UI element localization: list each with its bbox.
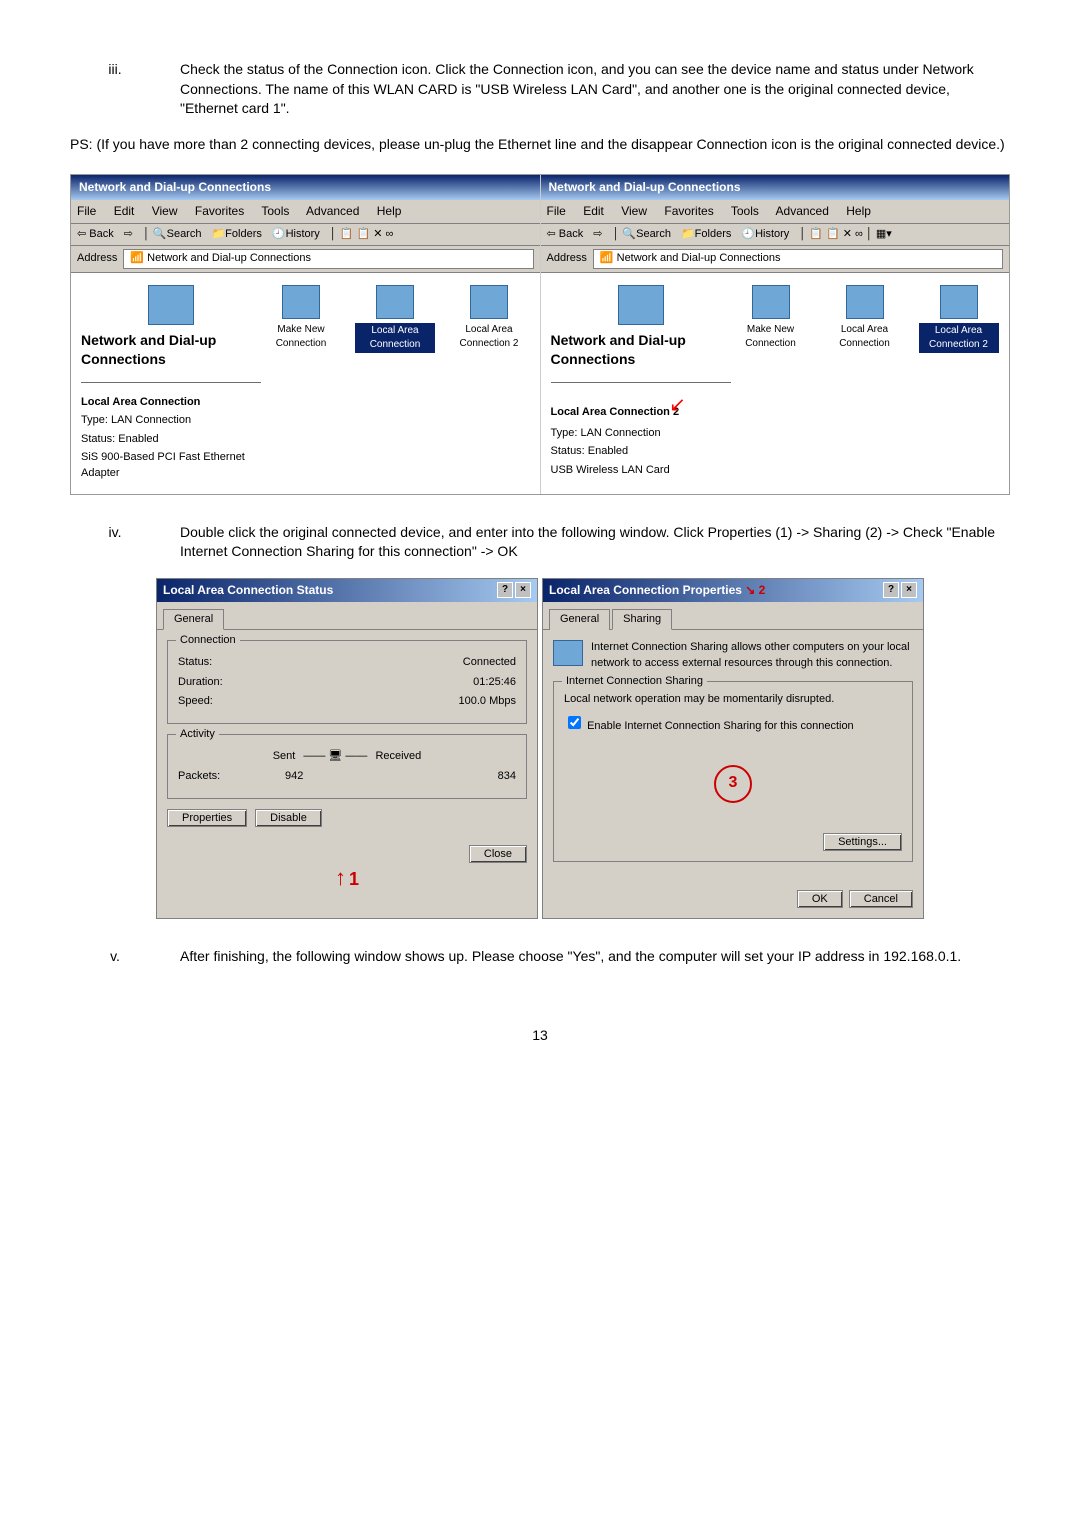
step-v-number: v.: [70, 947, 180, 967]
group-connection-title: Connection: [176, 633, 240, 648]
speed-label: Speed:: [178, 694, 213, 709]
make-new-connection-icon[interactable]: Make New Connection: [261, 285, 341, 484]
info-device-left: SiS 900-Based PCI Fast Ethernet Adapter: [81, 450, 261, 481]
status-value: Connected: [463, 655, 516, 670]
info-title-left: Local Area Connection: [81, 396, 200, 408]
received-label: Received: [375, 749, 421, 764]
sent-label: Sent: [273, 749, 296, 764]
close-button-icon[interactable]: ×: [515, 582, 531, 598]
titlebar-right: Network and Dial-up Connections: [541, 175, 1010, 200]
packets-received: 834: [368, 769, 516, 784]
red-arrow-icon: ↙: [669, 394, 686, 416]
info-type-right: Type: LAN Connection: [551, 426, 731, 441]
enable-sharing-checkbox[interactable]: [568, 716, 581, 729]
panel-title-right: Network and Dial-up Connections: [551, 331, 731, 370]
info-title-right: Local Area Connection 2: [551, 406, 680, 418]
search-button[interactable]: Search: [167, 228, 202, 240]
local-area-connection-2-icon[interactable]: Local Area Connection 2: [449, 285, 529, 484]
duration-value: 01:25:46: [473, 675, 516, 690]
ps-note: PS: (If you have more than 2 connecting …: [70, 135, 1010, 155]
group-activity-title: Activity: [176, 727, 219, 742]
step-iv-number: iv.: [70, 523, 180, 562]
step-iii-text: Check the status of the Connection icon.…: [180, 60, 1010, 119]
connection-status-dialog: Local Area Connection Status ? × General…: [156, 578, 538, 919]
menu-tools[interactable]: Tools: [261, 204, 289, 218]
status-label: Status:: [178, 655, 212, 670]
step-v-text: After finishing, the following window sh…: [180, 947, 1010, 967]
step-iii-number: iii.: [70, 60, 180, 119]
local-area-connection-icon-r[interactable]: Local Area Connection: [825, 285, 905, 481]
menu-help[interactable]: Help: [377, 204, 402, 218]
local-area-connection-icon[interactable]: Local Area Connection: [355, 285, 435, 484]
connection-properties-dialog: Local Area Connection Properties ↘ 2 ? ×…: [542, 578, 924, 919]
props-dialog-title: Local Area Connection Properties: [549, 583, 742, 597]
info-status-left: Status: Enabled: [81, 432, 261, 447]
menubar-right: File Edit View Favorites Tools Advanced …: [541, 200, 1010, 224]
toolbar-left: ⇦ Back ⇨ │ 🔍Search 📁Folders 🕘History │ 📋…: [71, 224, 540, 246]
address-field[interactable]: 📶 Network and Dial-up Connections: [123, 249, 533, 268]
address-label: Address: [77, 251, 117, 266]
toolbar-right: ⇦ Back ⇨ │ 🔍Search 📁Folders 🕘History │ 📋…: [541, 224, 1010, 246]
explorer-window-right: Network and Dial-up Connections File Edi…: [541, 175, 1010, 494]
enable-sharing-label: Enable Internet Connection Sharing for t…: [587, 720, 854, 732]
history-button[interactable]: History: [286, 228, 320, 240]
help-button-icon[interactable]: ?: [497, 582, 513, 598]
group-sharing-title: Internet Connection Sharing: [562, 674, 707, 689]
sharing-description: Internet Connection Sharing allows other…: [591, 640, 913, 671]
menubar-left: File Edit View Favorites Tools Advanced …: [71, 200, 540, 224]
menu-edit[interactable]: Edit: [114, 204, 135, 218]
addressbar-left: Address 📶 Network and Dial-up Connection…: [71, 246, 540, 272]
back-button[interactable]: ⇦ Back: [77, 227, 114, 242]
explorer-screenshot: Network and Dial-up Connections File Edi…: [70, 174, 1010, 495]
info-status-right: Status: Enabled: [551, 444, 731, 459]
cancel-button[interactable]: Cancel: [849, 890, 913, 908]
packets-sent: 942: [220, 769, 368, 784]
close-button-icon-2[interactable]: ×: [901, 582, 917, 598]
sharing-warning: Local network operation may be momentari…: [564, 692, 902, 707]
fwd-button[interactable]: ⇨: [124, 227, 133, 242]
menu-file[interactable]: File: [77, 204, 96, 218]
menu-favorites[interactable]: Favorites: [195, 204, 244, 218]
make-new-connection-icon-r[interactable]: Make New Connection: [731, 285, 811, 481]
ok-button[interactable]: OK: [797, 890, 843, 908]
page-number: 13: [70, 1026, 1010, 1046]
addressbar-right: Address 📶 Network and Dial-up Connection…: [541, 246, 1010, 272]
folders-button[interactable]: Folders: [225, 228, 262, 240]
close-button[interactable]: Close: [469, 845, 527, 863]
settings-button[interactable]: Settings...: [823, 833, 902, 851]
status-dialog-title: Local Area Connection Status: [163, 582, 333, 599]
info-device-right: USB Wireless LAN Card: [551, 463, 731, 478]
annotation-2: ↘ 2: [745, 583, 765, 597]
local-area-connection-2-icon-r[interactable]: Local Area Connection 2: [919, 285, 999, 481]
menu-advanced[interactable]: Advanced: [306, 204, 359, 218]
properties-button[interactable]: Properties: [167, 809, 247, 827]
duration-label: Duration:: [178, 675, 223, 690]
tab-sharing[interactable]: Sharing: [612, 609, 672, 630]
annotation-3: 3: [714, 765, 752, 803]
tab-general-status[interactable]: General: [163, 609, 224, 630]
help-button-icon-2[interactable]: ?: [883, 582, 899, 598]
menu-view[interactable]: View: [152, 204, 178, 218]
disable-button[interactable]: Disable: [255, 809, 322, 827]
explorer-window-left: Network and Dial-up Connections File Edi…: [71, 175, 541, 494]
step-iv-text: Double click the original connected devi…: [180, 523, 1010, 562]
info-type-left: Type: LAN Connection: [81, 413, 261, 428]
tab-general-props[interactable]: General: [549, 609, 610, 630]
panel-title-left: Network and Dial-up Connections: [81, 331, 261, 370]
annotation-1: ↑: [335, 865, 346, 890]
titlebar-left: Network and Dial-up Connections: [71, 175, 540, 200]
speed-value: 100.0 Mbps: [459, 694, 516, 709]
sharing-icon: [553, 640, 583, 666]
packets-label: Packets:: [178, 769, 220, 784]
